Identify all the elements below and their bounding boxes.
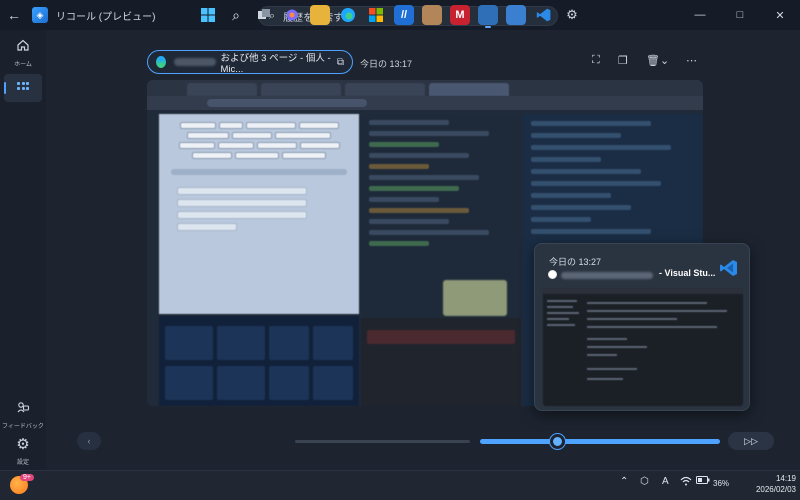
start-icon[interactable] <box>198 5 218 25</box>
settings-taskbar-icon[interactable]: ⚙ <box>562 5 582 25</box>
timeline-jump-to-now-button[interactable]: ▷▷ <box>728 432 774 450</box>
minimize-button[interactable]: — <box>680 0 720 30</box>
delete-icon[interactable]: 🗑︎⌄ <box>646 54 669 67</box>
redacted-text <box>174 58 216 66</box>
edge-browser-icon <box>156 56 167 68</box>
recall-app-icon: ◈ <box>32 7 48 23</box>
sidebar-item-feedback[interactable]: フィードバック <box>0 400 46 430</box>
wifi-icon[interactable] <box>680 476 692 489</box>
search-taskbar-icon[interactable]: ⌕ <box>226 5 246 25</box>
mail-icon[interactable] <box>506 5 526 25</box>
battery-percent: 36% <box>713 479 730 488</box>
snapshot-address-bar <box>147 96 703 110</box>
home-icon <box>16 38 30 56</box>
snapshot-tab-title: および他 3 ページ - 個人 - Mic... <box>220 52 331 75</box>
open-external-icon[interactable]: ⧉ <box>337 57 344 68</box>
hover-preview-card[interactable]: 今日の 13:27 - Visual Stu... <box>534 243 750 411</box>
clock-date: 2026/02/03 <box>755 485 796 494</box>
app-icon-blue[interactable]: // <box>394 5 414 25</box>
battery-icon[interactable] <box>696 476 710 487</box>
recall-taskbar-icon[interactable] <box>478 5 498 28</box>
store-icon[interactable] <box>366 5 386 25</box>
select-radio[interactable] <box>548 270 557 279</box>
network-app-icon[interactable]: ⬡ <box>640 476 649 487</box>
sidebar-item-label: 設定 <box>16 460 29 466</box>
sidebar-item-label: ホーム <box>14 62 32 68</box>
snapshot-console <box>361 318 521 406</box>
screen-region-icon[interactable]: ⛶ <box>592 54 600 67</box>
sidebar: ホーム フィードバック ⚙ 設定 <box>0 30 46 470</box>
feedback-icon <box>16 400 30 418</box>
snapshot-web-page <box>159 114 359 314</box>
weather-badge: 9+ <box>20 474 34 481</box>
vscode-taskbar-icon[interactable] <box>534 5 554 25</box>
vscode-icon <box>720 260 737 276</box>
sidebar-item-home[interactable]: ホーム <box>0 38 46 68</box>
ime-indicator[interactable]: A <box>662 476 669 487</box>
hover-card-title: - Visual Stu... <box>659 268 716 278</box>
snapshot-debug-panel <box>159 316 359 406</box>
back-button[interactable]: ← <box>0 0 28 30</box>
snapshot-source-tab[interactable]: および他 3 ページ - 個人 - Mic... ⧉ <box>147 50 353 75</box>
snapshot-box-model <box>443 280 507 316</box>
clock-time: 14:19 <box>775 474 796 483</box>
hover-card-thumbnail <box>543 288 743 406</box>
timeline-grid-icon <box>0 82 46 90</box>
redacted-text <box>561 272 653 279</box>
sidebar-item-label: フィードバック <box>2 424 44 430</box>
snapshot-browser-tabs <box>147 80 703 96</box>
task-view-icon[interactable] <box>254 5 274 25</box>
app-title: リコール (プレビュー) <box>56 11 156 23</box>
app-icon-brown[interactable] <box>422 5 442 25</box>
maximize-button[interactable]: □ <box>720 0 760 30</box>
edge-icon[interactable] <box>338 5 358 25</box>
snapshot-time: 今日の 13:17 <box>360 59 413 69</box>
copy-icon[interactable]: ❐ <box>618 54 628 67</box>
timeline-scroll-left-button[interactable]: ‹ <box>77 432 101 450</box>
close-button[interactable]: ✕ <box>760 0 800 30</box>
hover-card-time: 今日の 13:27 <box>549 257 602 267</box>
timeline-active-track[interactable] <box>480 439 720 444</box>
timeline-track[interactable] <box>295 440 470 443</box>
timeline-slider-thumb[interactable] <box>550 434 565 449</box>
more-options-icon[interactable]: ⋯ <box>686 54 697 67</box>
gear-icon: ⚙ <box>16 436 30 453</box>
system-clock[interactable]: 14:19 2026/02/03 <box>748 473 796 495</box>
sidebar-item-settings[interactable]: ⚙ 設定 <box>0 436 46 466</box>
copilot-icon[interactable] <box>282 5 302 25</box>
file-explorer-icon[interactable] <box>310 5 330 25</box>
mcafee-icon[interactable]: M <box>450 5 470 25</box>
show-hidden-icons-icon[interactable]: ⌃ <box>620 476 628 487</box>
